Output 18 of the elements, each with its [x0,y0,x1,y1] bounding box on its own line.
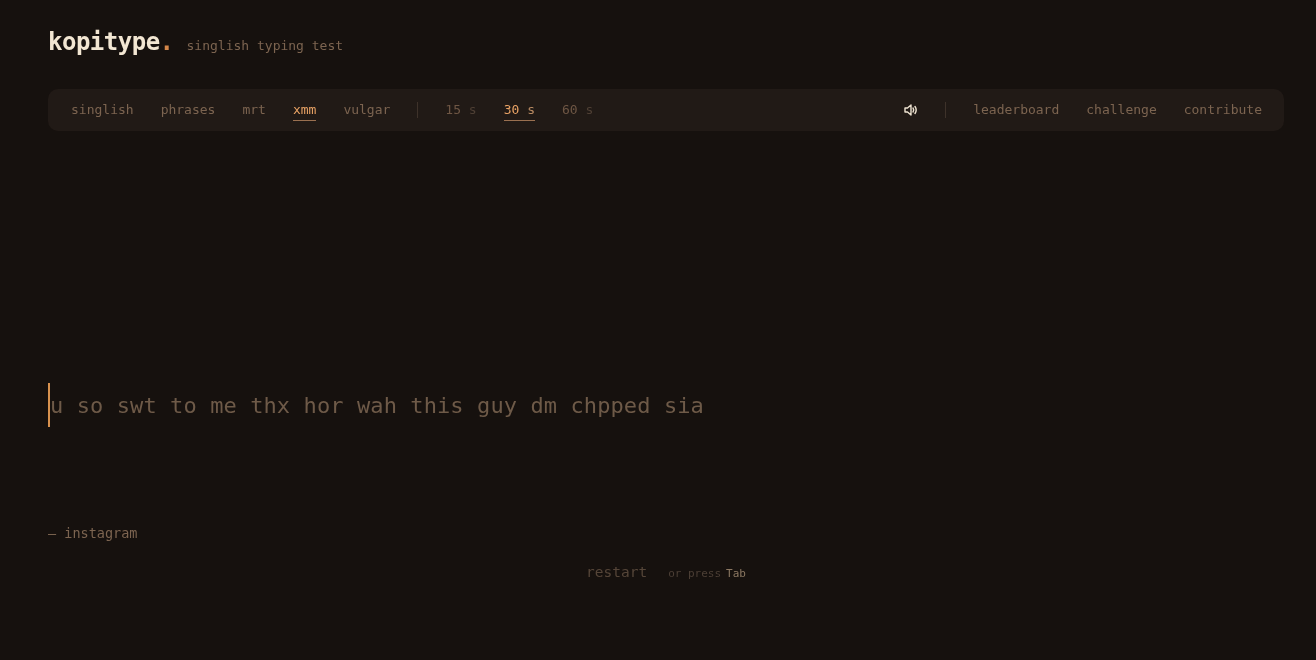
speaker-icon [904,104,919,116]
quote-source: — instagram [48,525,139,541]
nav-link[interactable]: challenge [1086,102,1157,121]
test-text: u so swt to me thx hor wah this guy dm chpped sia [50,392,704,418]
mode-tab[interactable]: singlish [71,102,134,121]
nav-link[interactable]: leaderboard [973,102,1060,121]
nav-link[interactable]: contribute [1183,102,1262,121]
mode-tab[interactable]: mrt [242,102,266,121]
mode-tab[interactable]: xmm [292,102,317,121]
text-cursor [48,383,50,427]
sound-toggle[interactable] [904,104,919,116]
tab-key: Tab [726,567,746,580]
mode-tab[interactable]: vulgar [343,102,391,121]
tagline: singlish typing test [186,38,344,53]
restart-button[interactable]: restart [586,562,648,582]
logo: kopitype. [48,28,174,56]
duration-tab[interactable]: 30 s [503,102,535,121]
mode-tab[interactable]: phrases [160,102,216,121]
